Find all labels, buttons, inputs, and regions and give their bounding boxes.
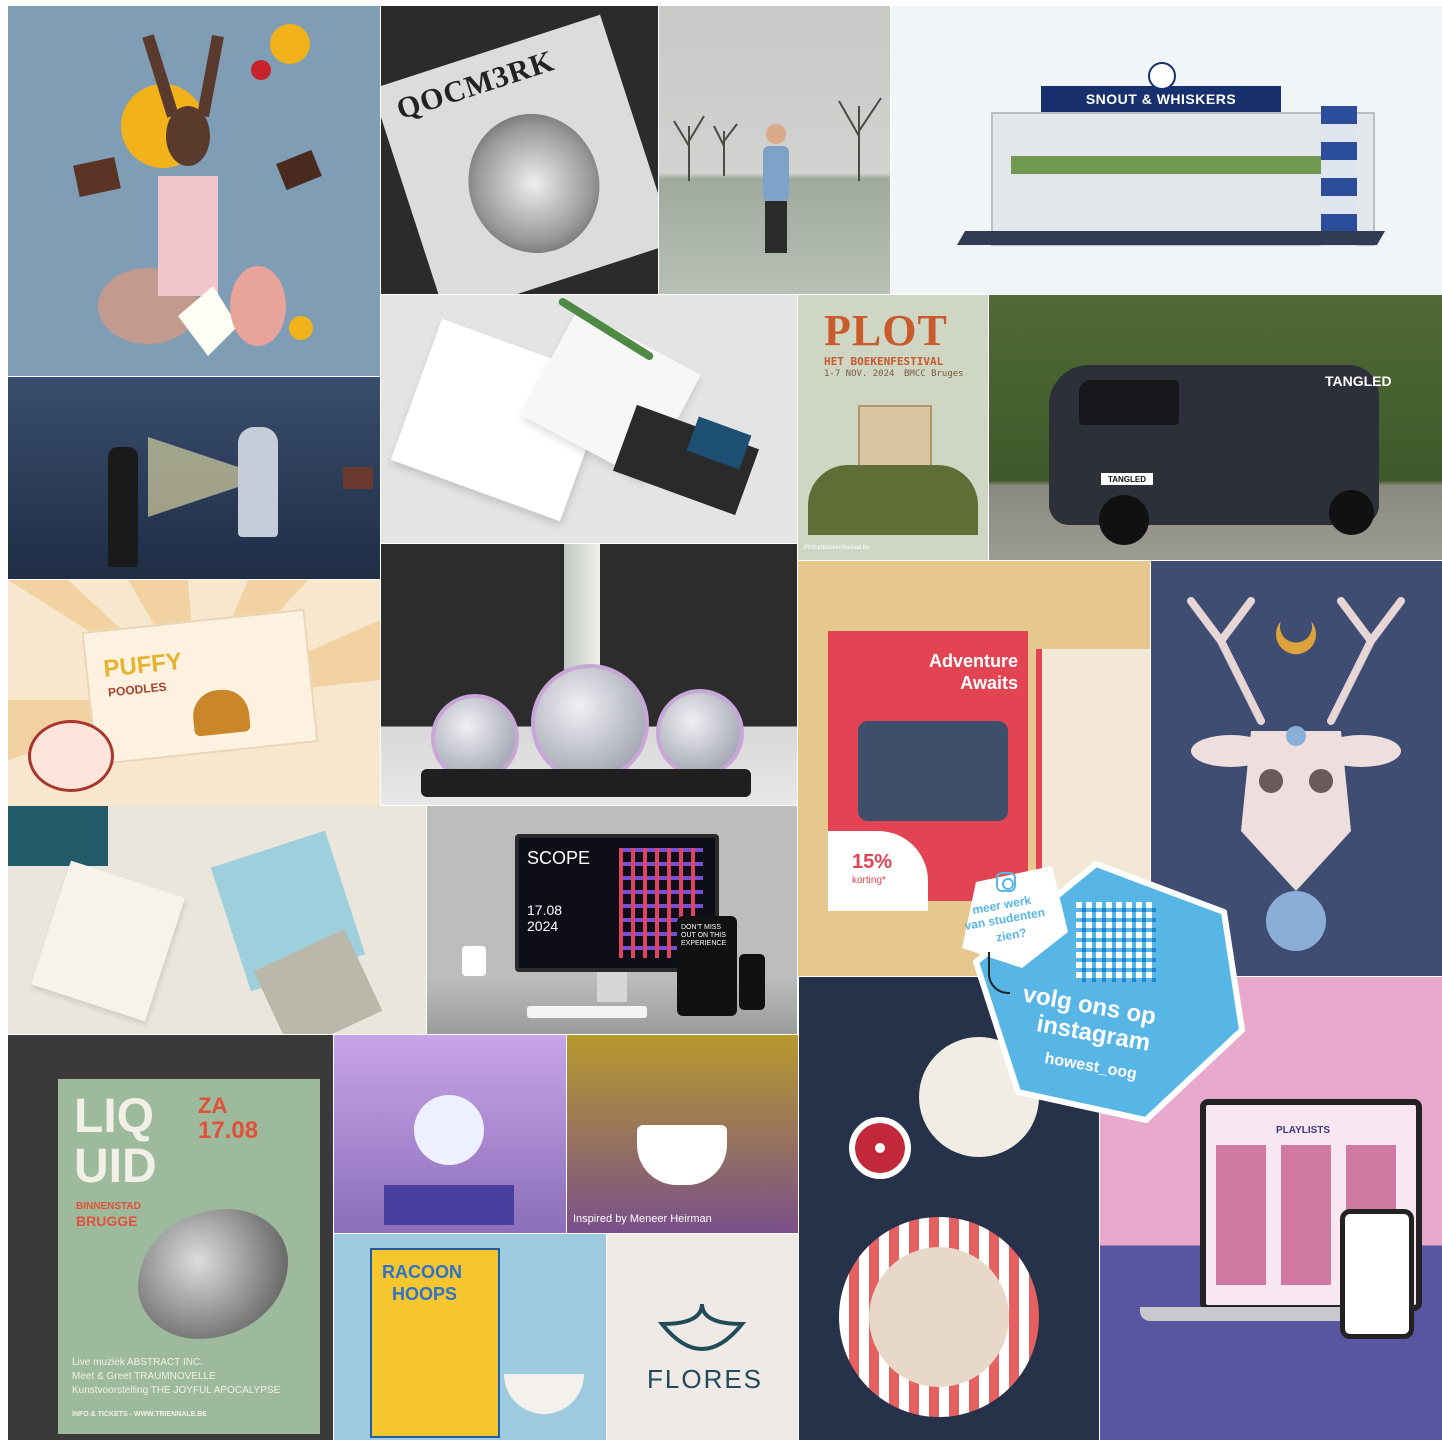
tile-trophies [381,544,797,805]
adventure-discount-value: 15% [852,851,893,873]
cherry-bowl [849,1117,911,1179]
van-plate: TANGLED [1101,473,1153,485]
tablet-text: DON'T MISS OUT ON THIS EXPERIENCE [681,924,727,948]
liquid-footer: INFO & TICKETS - WWW.TRIENNALE.BE [72,1411,207,1418]
liquid-lineup1: Live muziek ABSTRACT INC. [72,1357,203,1368]
van-window [1079,380,1179,425]
liquid-place1: BINNENSTAD [76,1201,141,1212]
liquid-place2: BRUGGE [76,1213,138,1229]
trophy-bases [421,769,751,797]
puffy-brand-line1: PUFFY [102,647,184,683]
tile-trade-booth: SNOUT & WHISKERS [891,6,1442,294]
liquid-title-line2: UID [74,1140,157,1193]
booth-floor [956,231,1386,245]
distant-house [343,467,373,489]
liquid-date-day: ZA [198,1093,228,1118]
tile-liquid-poster: LIQ UID ZA 17.08 BINNENSTAD BRUGGE Live … [8,1035,333,1440]
keyboard [527,1006,647,1018]
tile-van: TANGLED TANGLED [989,295,1442,560]
liquid-lineup3: Kunstvoorstelling THE JOYFUL APOCALYPSE [72,1385,281,1396]
van-wheel-front [1099,495,1149,545]
booth-tower [1321,106,1357,246]
liquid-title-line1: LIQ [74,1090,154,1143]
tablet-device: DON'T MISS OUT ON THIS EXPERIENCE [677,916,737,1016]
adventure-headline: Adventure Awaits [928,651,1018,693]
adventure-discount-label: korting* [852,875,886,886]
cereal-bowl [504,1374,584,1414]
scope-title: SCOPE [527,848,591,868]
teacup-caption: Inspired by Meneer Heirman [573,1213,712,1225]
phone-device [739,954,765,1010]
tile-plot-poster: PLOT HET BOEKENFESTIVAL 1-7 NOV. 2024 BM… [798,295,988,560]
plant-pot [462,946,486,976]
booth-banner-text: SNOUT & WHISKERS [1085,91,1237,107]
card-teal [8,806,108,866]
tile-scope-mockup: SCOPE 17.08 2024 DON'T MISS OUT ON THIS … [427,806,797,1034]
qr-code[interactable] [1076,902,1156,982]
van-logo: TANGLED [1325,373,1392,389]
liquid-date: 17.08 [198,1117,259,1144]
pie [869,1247,1009,1387]
trophy-right [656,689,744,777]
tile-cereal: RACOON HOOPS [334,1234,606,1440]
plot-title: PLOT [824,306,948,355]
figure-woman [238,427,278,537]
tile-collage-dancer [8,6,380,376]
phone-mockup [1340,1209,1414,1339]
room-pool [384,1185,514,1225]
plot-subtitle: HET BOEKENFESTIVAL [824,355,944,368]
playlists-heading: PLAYLISTS [1276,1125,1331,1136]
instagram-icon[interactable] [996,872,1016,892]
instagram-icon-lens [1002,878,1014,890]
liquid-poster: LIQ UID ZA 17.08 BINNENSTAD BRUGGE Live … [58,1079,320,1434]
room-arch-circle [414,1095,484,1165]
van-wheel-rear [1329,490,1374,535]
adventure-shoe-image [858,721,1008,821]
card-cream [30,860,186,1022]
booth-structure [991,112,1375,246]
dancer-collage-art [73,24,322,356]
field-portrait-art [673,97,882,253]
magazine-portrait [450,96,618,271]
plot-dates: 1-7 NOV. 2024 [824,369,895,379]
flores-brand: FLORES [647,1364,764,1394]
tile-flying-cards [8,806,426,1034]
plot-url: Plothetboekenfestival.be [804,545,870,551]
cereal-brand-line2: HOOPS [392,1284,458,1304]
poodle-mascot [28,720,114,792]
tile-puffy-box: PUFFY POODLES [8,580,380,806]
liquid-lineup2: Meet & Greet TRAUMNOVELLE [72,1371,216,1382]
portfolio-collage: QOCM3RK SNOUT & WHISKERS PLOT HET BOEKEN… [0,0,1442,1440]
adventure-discount: 15% korting* [828,831,928,911]
scope-year: 2024 [527,918,559,934]
teacup-image [637,1125,727,1185]
tile-field-portrait [659,6,890,294]
van-plate-text: TANGLED [1107,474,1147,484]
puffy-box: PUFFY POODLES [81,608,319,766]
plot-venue: BMCC Bruges [904,369,964,379]
plot-foliage [808,465,978,535]
tile-flores: FLORES [607,1234,798,1440]
monitor-stand [597,972,627,1002]
instagram-badge[interactable]: meer werk van studenten zien? volg ons o… [956,852,1246,1142]
magazine-cover: QOCM3RK [381,14,658,294]
tile-teacup: Inspired by Meneer Heirman [567,1035,798,1233]
liquid-figure [138,1209,288,1339]
tile-fantasy-scene [8,377,380,579]
tile-stationery [381,295,797,543]
cereal-brand-line1: RACOON [382,1262,462,1282]
flores-logo-icon [657,1303,747,1351]
cereal-box: RACOON HOOPS [370,1248,500,1438]
scope-date: 17.08 [527,902,563,918]
booth-greenery [1011,156,1351,174]
figure-man [108,447,138,567]
tile-pastel-room [334,1035,566,1233]
trophy-center [531,664,649,782]
muffin-image [190,687,251,737]
booth-logo-icon [1148,62,1176,90]
tile-magazine: QOCM3RK [381,6,658,294]
